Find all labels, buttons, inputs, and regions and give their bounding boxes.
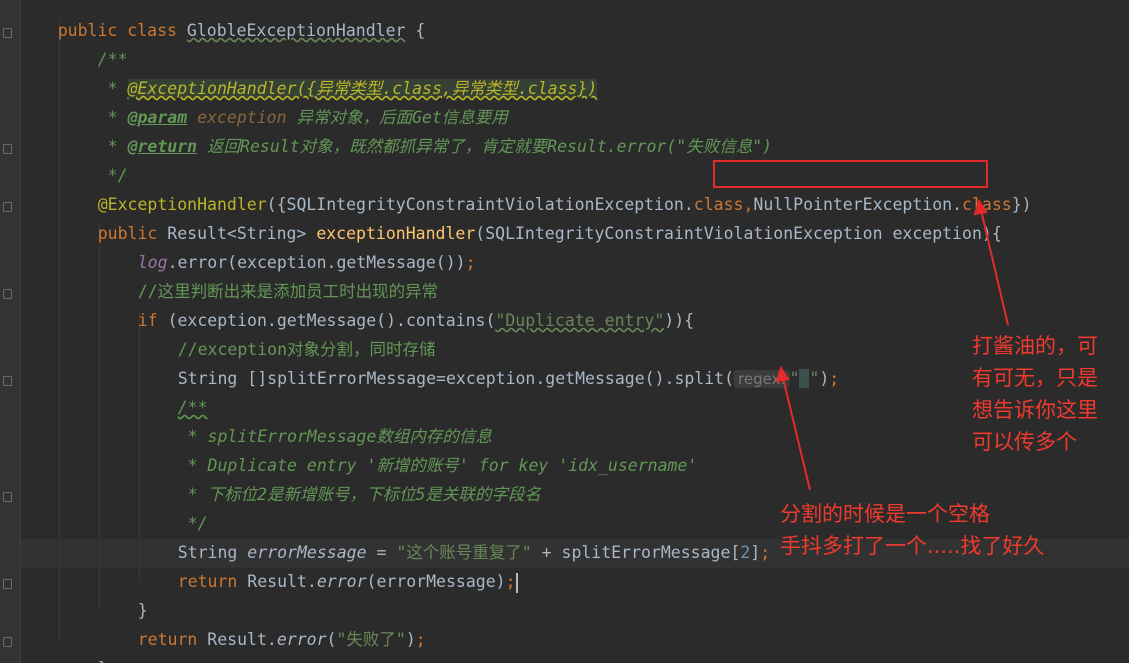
parameter-hint: regex: <box>734 370 790 388</box>
fold-marker-icon[interactable] <box>3 637 12 647</box>
code-line[interactable]: public class GlobleExceptionHandler { <box>18 0 426 40</box>
code-line[interactable]: log.error(exception.getMessage()); <box>98 219 476 272</box>
code-line[interactable]: public Result<String> exceptionHandler(S… <box>58 190 1002 243</box>
code-line[interactable]: return Result.error(errorMessage); <box>138 538 518 593</box>
code-punct: ; <box>760 543 771 562</box>
code-keyword: return <box>137 630 208 649</box>
code-punct: ; <box>415 630 426 649</box>
javadoc-text: 返回Result对象，既然都抓异常了，肯定就要Result.error("失败信… <box>197 137 773 156</box>
code-text: + splitErrorMessage[ <box>531 543 741 562</box>
javadoc-return-tag: @return <box>127 137 198 156</box>
highlight-box <box>713 160 988 188</box>
code-text: ] <box>750 543 761 562</box>
code-line[interactable]: //exception对象分割，同时存储 <box>138 306 436 359</box>
code-text: ) <box>405 630 416 649</box>
code-line[interactable]: /** <box>138 364 208 417</box>
fold-marker-icon[interactable] <box>3 144 12 154</box>
code-line[interactable]: //这里判断出来是添加员工时出现的异常 <box>98 248 438 301</box>
static-method: error <box>276 630 327 649</box>
code-punct: ; <box>505 572 516 591</box>
code-punct: ; <box>829 369 840 388</box>
code-line[interactable]: */ <box>138 480 208 533</box>
code-line[interactable]: * 下标位2是新增账号，下标位5是关联的字段名 <box>138 451 541 504</box>
fold-marker-icon[interactable] <box>3 202 12 212</box>
fold-marker-icon[interactable] <box>3 492 12 502</box>
code-line[interactable]: if (exception.getMessage().contains("Dup… <box>98 277 694 330</box>
editor-gutter[interactable] <box>0 0 21 663</box>
code-keyword: return <box>177 572 248 591</box>
fold-marker-icon[interactable] <box>3 289 12 299</box>
string-literal <box>799 369 810 388</box>
code-line[interactable]: String []splitErrorMessage=exception.get… <box>138 335 839 388</box>
code-line[interactable]: String errorMessage = "这个账号重复了" + splitE… <box>138 509 770 562</box>
text-caret <box>515 572 518 593</box>
string-literal: " <box>789 369 800 388</box>
code-text: )){ <box>664 311 695 330</box>
code-line[interactable]: * splitErrorMessage数组内存的信息 <box>138 393 492 446</box>
fold-marker-icon[interactable] <box>3 376 12 386</box>
code-text: Result. <box>207 630 277 649</box>
annotation-note: 分割的时候是一个空格 手抖多打了一个.....找了好久 <box>780 502 1045 558</box>
string-literal: "失败了" <box>336 630 406 649</box>
code-line[interactable]: * Duplicate entry '新增的账号' for key 'idx_u… <box>138 422 698 475</box>
code-editor[interactable]: public class GlobleExceptionHandler { /*… <box>0 0 1129 663</box>
static-method: error <box>316 572 367 591</box>
code-text: { <box>405 21 426 40</box>
code-line[interactable]: */ <box>58 132 128 185</box>
code-line[interactable]: return Result.error("失败了"); <box>98 596 426 649</box>
code-line[interactable]: * @ExceptionHandler({异常类型.class,异常类型.cla… <box>58 45 598 98</box>
code-text: (errorMessage) <box>366 572 506 591</box>
code-text: String []splitErrorMessage=exception.get… <box>177 369 735 388</box>
code-line[interactable]: } <box>98 567 148 620</box>
code-text: ) <box>819 369 830 388</box>
code-line[interactable]: * @param exception 异常对象，后面Get信息要用 <box>58 74 508 127</box>
code-text: ( <box>326 630 337 649</box>
code-text: (SQLIntegrityConstraintViolationExceptio… <box>475 224 1002 243</box>
javadoc-text: * 下标位2是新增账号，下标位5是关联的字段名 <box>177 485 541 504</box>
code-text: }) <box>1011 195 1032 214</box>
number-literal: 2 <box>740 543 751 562</box>
fold-marker-icon[interactable] <box>3 28 12 38</box>
code-punct: ; <box>465 253 476 272</box>
annotation-note: 打酱油的，可 有可无，只是 想告诉你这里 可以传多个 <box>972 334 1098 454</box>
string-literal: "Duplicate entry" <box>495 311 665 330</box>
code-text: } <box>98 659 108 663</box>
code-line[interactable]: } <box>58 625 108 663</box>
arrow-line <box>782 377 811 491</box>
class-name: GlobleExceptionHandler <box>186 21 406 40</box>
code-text: Result. <box>247 572 317 591</box>
string-literal: " <box>809 369 820 388</box>
code-line[interactable]: * @return 返回Result对象，既然都抓异常了，肯定就要Result.… <box>58 103 772 156</box>
fold-marker-icon[interactable] <box>3 579 12 589</box>
code-line[interactable]: /** <box>58 16 128 69</box>
